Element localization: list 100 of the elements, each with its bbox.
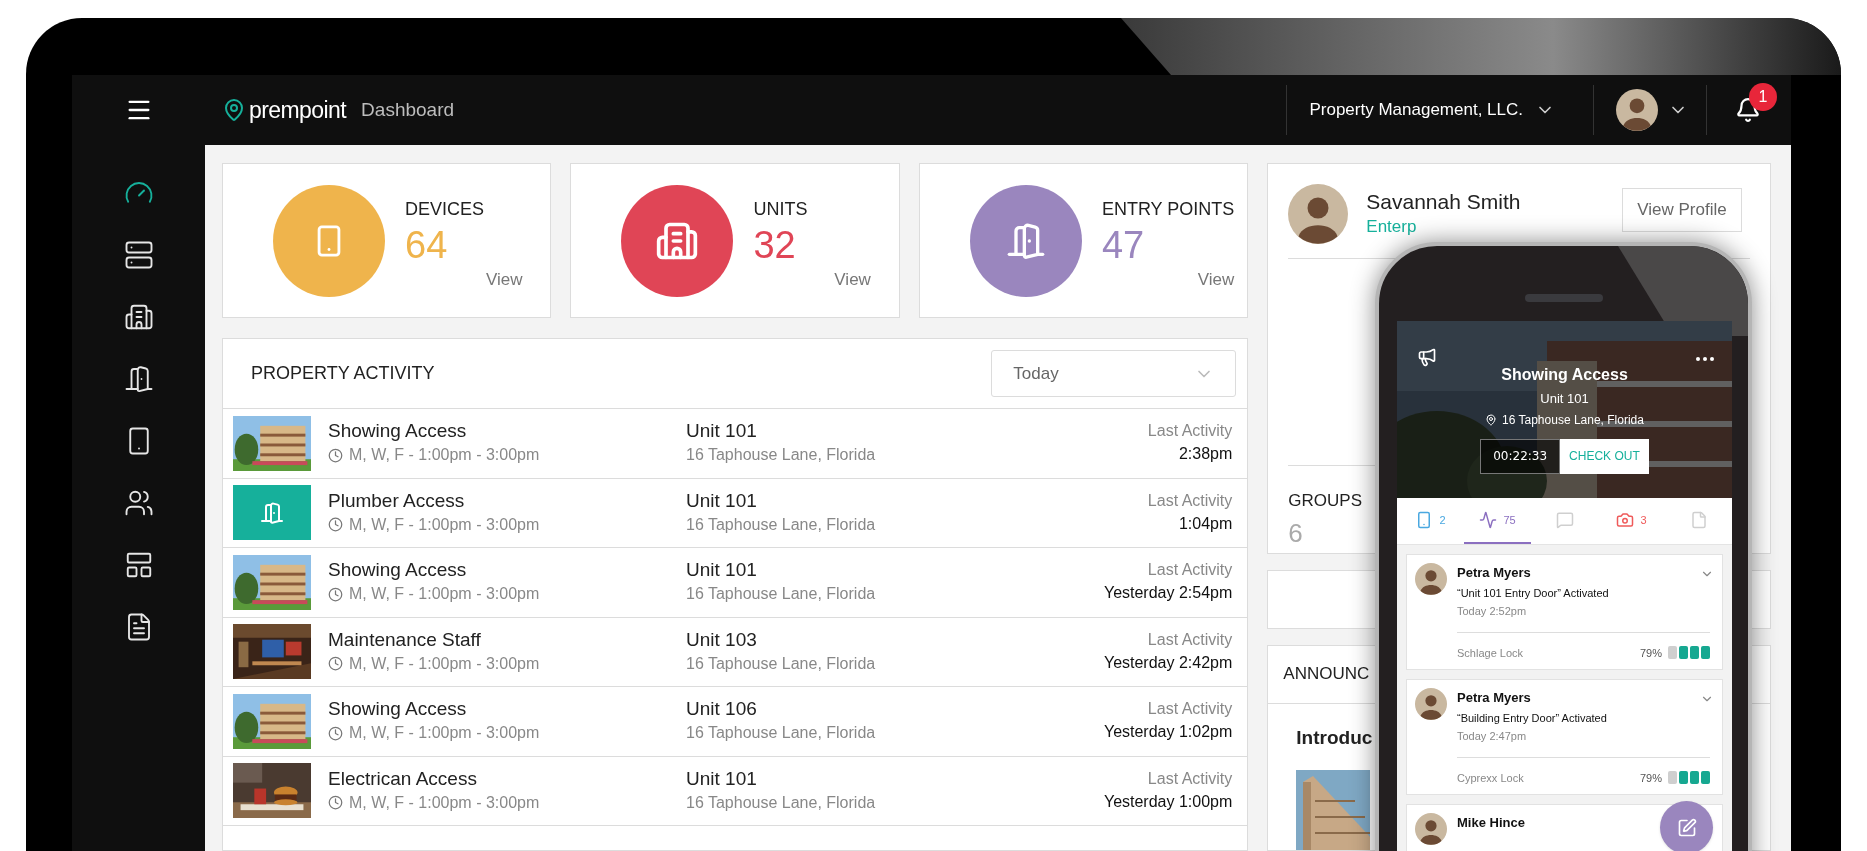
more-icon xyxy=(1696,357,1714,361)
view-profile-button[interactable]: View Profile xyxy=(1622,188,1742,232)
schedule: M, W, F - 1:00pm - 3:00pm xyxy=(349,584,540,605)
megaphone-icon xyxy=(1417,347,1437,367)
avatar xyxy=(1415,813,1447,845)
clock-icon xyxy=(328,447,343,463)
schedule: M, W, F - 1:00pm - 3:00pm xyxy=(349,445,540,466)
activity-row[interactable]: Electrican Access M, W, F - 1:00pm - 3:00pm Unit 101 16 Taphouse Lane, Florida Last Activity Yesterday 1:00pm xyxy=(223,756,1248,826)
timer-display: 00:22:33 xyxy=(1480,438,1561,474)
stat-label: DEVICES xyxy=(405,198,486,222)
more-button[interactable] xyxy=(1696,357,1714,361)
event-text: “Unit 101 Entry Door” Activated xyxy=(1457,585,1609,601)
access-title: Plumber Access xyxy=(328,488,466,513)
feed-card[interactable]: Petra Myers “Unit 101 Entry Door” Activated Today 2:52pm Schlage Lock 79% xyxy=(1406,554,1723,670)
last-activity-label: Last Activity xyxy=(1147,699,1233,720)
groups-label: GROUPS xyxy=(1288,490,1362,512)
last-activity-label: Last Activity xyxy=(1147,421,1233,442)
clock-icon xyxy=(328,656,343,672)
last-activity-label: Last Activity xyxy=(1147,560,1233,581)
unit-address: 16 Taphouse Lane, Florida xyxy=(686,445,877,466)
unit-address: 16 Taphouse Lane, Florida xyxy=(686,792,877,813)
unit-name: Unit 101 xyxy=(686,419,758,444)
activity-row[interactable]: Showing Access M, W, F - 1:00pm - 3:00pm Unit 106 16 Taphouse Lane, Florida Last Activity Yesterday 1:02pm xyxy=(223,687,1248,757)
lock-name: Schlage Lock xyxy=(1457,645,1525,661)
logo-pin-icon xyxy=(222,96,246,124)
stat-value: 64 xyxy=(405,223,449,268)
logo: prempoint xyxy=(249,95,347,125)
notification-badge: 1 xyxy=(1749,83,1777,111)
location-icon xyxy=(1485,413,1498,426)
avatar xyxy=(1616,89,1658,131)
bell-icon xyxy=(1735,97,1761,123)
last-activity-time: Yesterday 2:42pm xyxy=(1103,652,1233,673)
last-activity-label: Last Activity xyxy=(1147,768,1233,789)
unit-address: 16 Taphouse Lane, Florida xyxy=(686,653,877,674)
panel-title: ANNOUNC xyxy=(1283,663,1370,686)
panel-title: PROPERTY ACTIVITY xyxy=(251,362,436,385)
groups-count: 6 xyxy=(1288,516,1303,550)
feed-card[interactable]: Petra Myers “Building Entry Door” Activated Today 2:47pm Cyprexx Lock 79% xyxy=(1406,679,1723,795)
avatar xyxy=(1288,184,1349,244)
sidebar-item[interactable] xyxy=(123,363,154,395)
announce-button[interactable] xyxy=(1417,347,1437,367)
clock-icon xyxy=(328,795,343,811)
view-link[interactable]: View xyxy=(834,267,871,293)
profile-role: Enterp xyxy=(1366,217,1417,236)
access-title: Showing Access xyxy=(328,697,468,722)
last-activity-time: Yesterday 1:02pm xyxy=(1103,722,1233,743)
unit-name: Unit 106 xyxy=(686,697,758,722)
session-address: 16 Taphouse Lane, Florida xyxy=(1502,411,1644,429)
person-name: Petra Myers xyxy=(1457,689,1531,707)
avatar xyxy=(1415,563,1447,595)
camera-icon xyxy=(1616,511,1635,529)
battery-reading: 79% xyxy=(1639,770,1662,786)
activity-row[interactable]: Showing Access M, W, F - 1:00pm - 3:00pm Unit 101 16 Taphouse Lane, Florida Last Activity 2:38pm xyxy=(223,409,1248,479)
session-title: Showing Access xyxy=(1501,365,1628,385)
clock-icon xyxy=(328,517,343,533)
notifications-button[interactable] xyxy=(1735,97,1761,123)
clock-icon xyxy=(328,725,343,741)
access-title: Showing Access xyxy=(328,419,468,444)
battery-reading: 79% xyxy=(1639,645,1662,661)
edit-icon xyxy=(1676,817,1697,838)
date-filter-dropdown[interactable]: Today xyxy=(991,350,1237,397)
unit-address: 16 Taphouse Lane, Florida xyxy=(686,723,877,744)
avatar xyxy=(1415,688,1447,720)
view-link[interactable]: View xyxy=(485,267,523,293)
person-name: Petra Myers xyxy=(1457,564,1531,582)
last-activity-time: Yesterday 2:54pm xyxy=(1103,583,1233,604)
event-time: Today 2:52pm xyxy=(1457,604,1527,619)
last-activity-time: Yesterday 1:00pm xyxy=(1103,791,1233,812)
phone-tab[interactable]: 75 xyxy=(1464,498,1531,544)
event-time: Today 2:47pm xyxy=(1457,729,1527,744)
profile-name: Savannah Smith xyxy=(1366,189,1521,215)
door-icon xyxy=(260,500,284,525)
lock-name: Cyprexx Lock xyxy=(1457,770,1525,786)
sidebar-item[interactable] xyxy=(123,239,154,271)
last-activity-time: 2:38pm xyxy=(1178,444,1233,465)
unit-address: 16 Taphouse Lane, Florida xyxy=(686,584,877,605)
last-activity-label: Last Activity xyxy=(1147,490,1233,511)
unit-name: Unit 101 xyxy=(686,488,758,513)
stat-value: 47 xyxy=(1101,223,1146,268)
stat-label: UNITS xyxy=(753,198,809,222)
activity-row[interactable]: Plumber Access M, W, F - 1:00pm - 3:00pm Unit 101 16 Taphouse Lane, Florida Last Activity 1:04pm xyxy=(223,478,1248,548)
schedule: M, W, F - 1:00pm - 3:00pm xyxy=(349,792,540,813)
page-title: Dashboard xyxy=(361,97,455,122)
document-icon xyxy=(1689,511,1708,529)
schedule: M, W, F - 1:00pm - 3:00pm xyxy=(349,514,540,535)
organization-dropdown[interactable]: Property Management, LLC. xyxy=(1309,97,1555,123)
activity-row[interactable]: Showing Access M, W, F - 1:00pm - 3:00pm Unit 101 16 Taphouse Lane, Florida Last Activity Yesterday 2:54pm xyxy=(223,548,1248,618)
unit-name: Unit 101 xyxy=(686,766,758,791)
announcement-headline: Introduc xyxy=(1296,725,1373,750)
stat-value: 32 xyxy=(753,223,797,268)
unit-address: 16 Taphouse Lane, Florida xyxy=(686,514,877,535)
last-activity-time: 1:04pm xyxy=(1178,513,1233,534)
view-link[interactable]: View xyxy=(1197,267,1235,293)
unit-name: Unit 103 xyxy=(686,627,758,652)
last-activity-label: Last Activity xyxy=(1147,629,1233,650)
stat-label: ENTRY POINTS xyxy=(1101,198,1235,222)
session-unit: Unit 101 xyxy=(1540,390,1589,408)
activity-row[interactable]: Maintenance Staff M, W, F - 1:00pm - 3:00pm Unit 103 16 Taphouse Lane, Florida Last Activity Yesterday 2:42pm xyxy=(223,617,1248,687)
access-title: Maintenance Staff xyxy=(328,627,482,652)
schedule: M, W, F - 1:00pm - 3:00pm xyxy=(349,723,540,744)
